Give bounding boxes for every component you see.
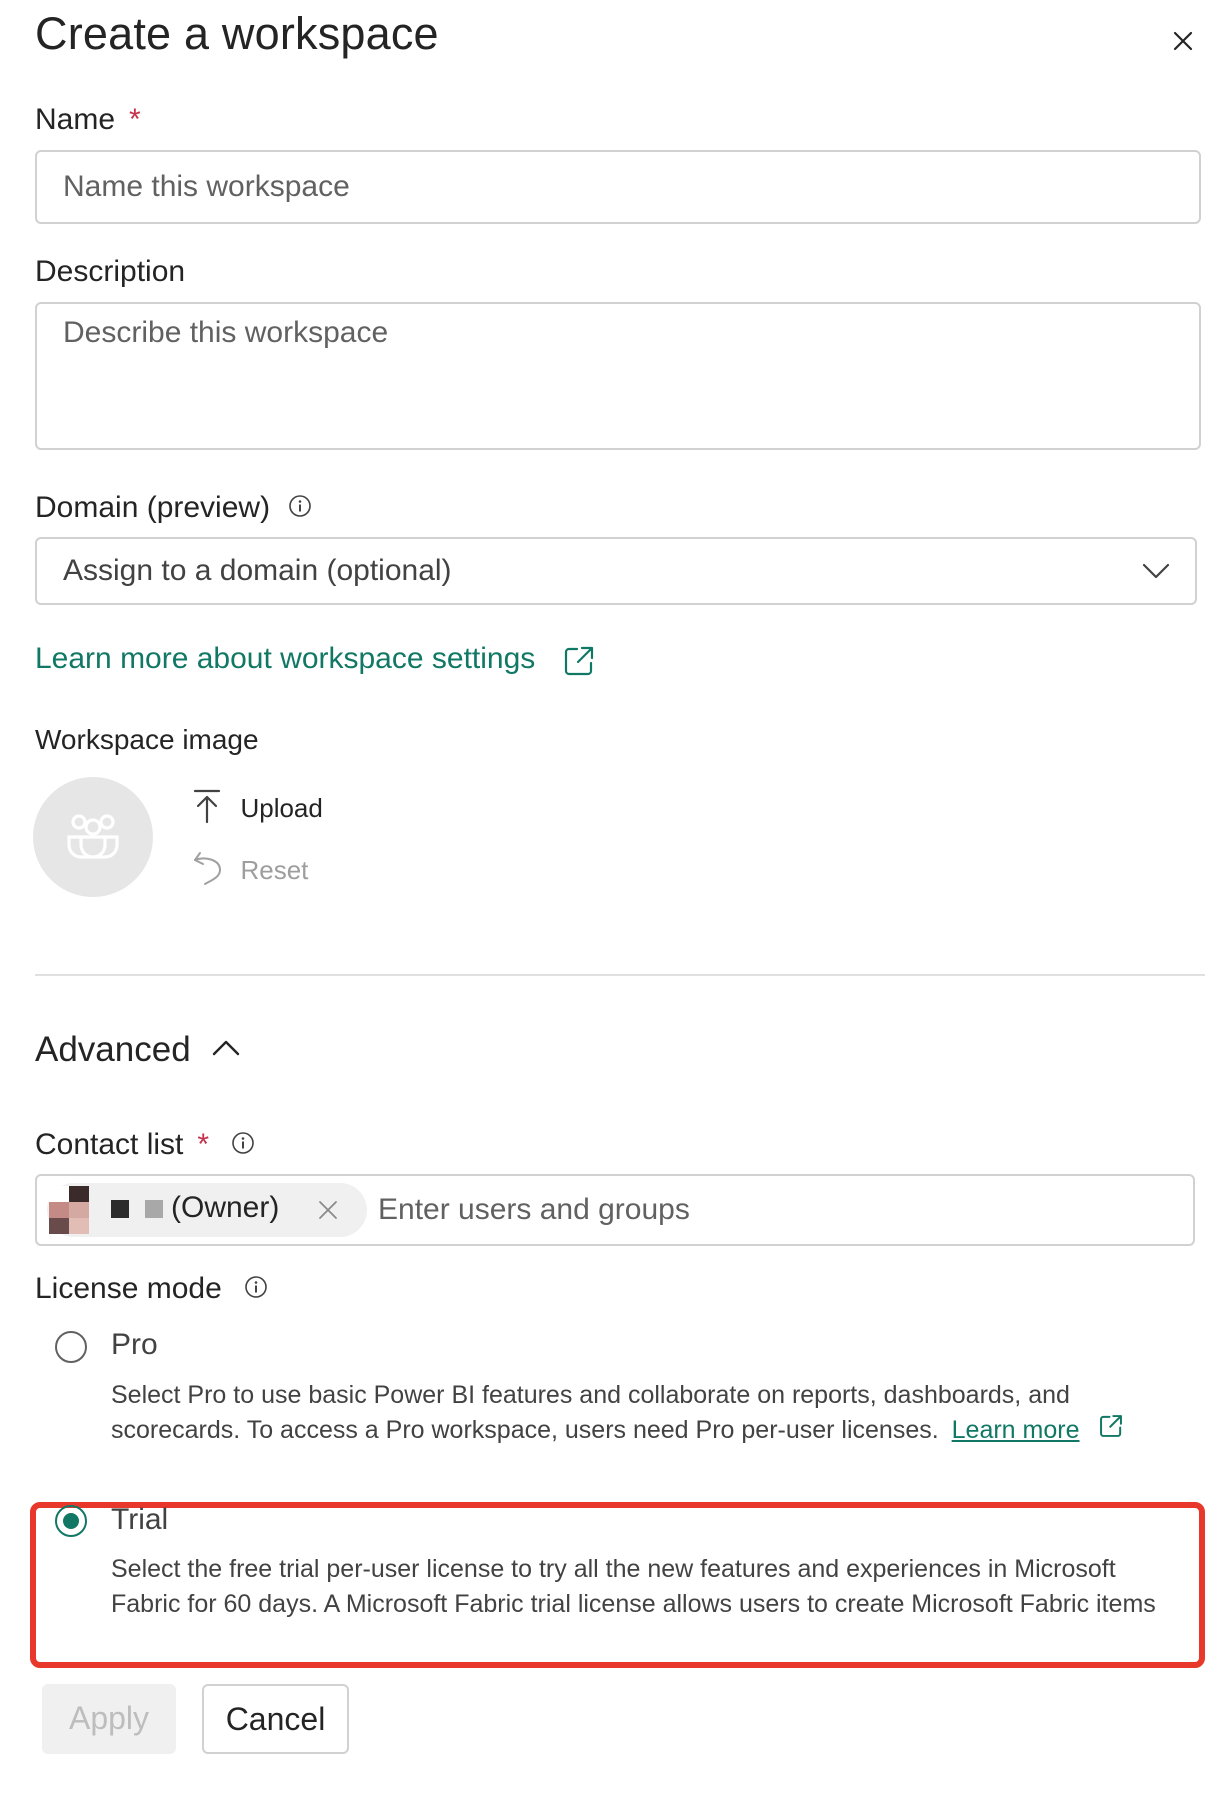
chevron-down-icon bbox=[1141, 559, 1171, 588]
domain-dropdown[interactable]: Assign to a domain (optional) bbox=[35, 537, 1197, 605]
pro-learn-more-link[interactable]: Learn more bbox=[952, 1416, 1080, 1444]
radio-trial[interactable] bbox=[55, 1505, 87, 1537]
trial-description-line2: Fabric for 60 days. A Microsoft Fabric t… bbox=[111, 1590, 1156, 1618]
upload-icon bbox=[192, 788, 222, 829]
contact-list-placeholder: Enter users and groups bbox=[378, 1193, 690, 1226]
upload-label: Upload bbox=[240, 793, 323, 823]
reset-button[interactable]: Reset bbox=[192, 850, 308, 891]
info-icon[interactable] bbox=[244, 1273, 268, 1307]
undo-icon bbox=[192, 850, 224, 891]
open-external-icon bbox=[1098, 1413, 1124, 1449]
radio-trial-label[interactable]: Trial bbox=[111, 1503, 168, 1537]
description-input-placeholder: Describe this workspace bbox=[63, 316, 389, 349]
pro-description-line2: scorecards. To access a Pro workspace, u… bbox=[111, 1413, 1191, 1449]
name-label: Name * bbox=[35, 103, 141, 137]
workspace-people-icon bbox=[67, 814, 119, 859]
owner-chip: (Owner) bbox=[47, 1183, 367, 1237]
divider bbox=[35, 974, 1205, 976]
name-input[interactable]: Name this workspace bbox=[35, 150, 1201, 224]
radio-pro-circle[interactable] bbox=[55, 1331, 87, 1363]
learn-more-settings-text: Learn more about workspace settings bbox=[35, 642, 536, 675]
contact-list-input[interactable]: (Owner) Enter users and groups bbox=[35, 1174, 1195, 1246]
close-icon[interactable] bbox=[1168, 26, 1198, 56]
upload-button[interactable]: Upload bbox=[192, 788, 323, 829]
open-external-icon bbox=[562, 644, 596, 683]
description-input[interactable]: Describe this workspace bbox=[35, 302, 1201, 450]
workspace-image-label: Workspace image bbox=[35, 724, 259, 755]
reset-label: Reset bbox=[240, 855, 309, 885]
required-mark: * bbox=[197, 1128, 210, 1161]
cancel-button[interactable]: Cancel bbox=[202, 1684, 349, 1754]
radio-pro-label[interactable]: Pro bbox=[111, 1328, 158, 1362]
pro-description-line1: Select Pro to use basic Power BI feature… bbox=[111, 1381, 1070, 1409]
advanced-label: Advanced bbox=[35, 1030, 191, 1069]
radio-trial-dot bbox=[63, 1513, 79, 1529]
info-icon[interactable] bbox=[288, 492, 312, 526]
apply-button[interactable]: Apply bbox=[42, 1684, 176, 1754]
contact-list-label: Contact list * bbox=[35, 1128, 255, 1163]
name-label-text: Name bbox=[35, 103, 116, 136]
chevron-up-icon bbox=[211, 1037, 241, 1064]
redacted-name-block bbox=[111, 1200, 129, 1218]
domain-label: Domain (preview) bbox=[35, 491, 312, 526]
trial-description: Select the free trial per-user license t… bbox=[111, 1552, 1196, 1622]
radio-trial-circle[interactable] bbox=[55, 1505, 87, 1537]
contact-list-label-text: Contact list bbox=[35, 1128, 184, 1161]
description-label: Description bbox=[35, 255, 186, 288]
workspace-avatar bbox=[33, 777, 153, 897]
domain-label-text: Domain (preview) bbox=[35, 491, 271, 524]
advanced-toggle[interactable]: Advanced bbox=[35, 1030, 241, 1070]
pro-description-line2-text: scorecards. To access a Pro workspace, u… bbox=[111, 1416, 939, 1444]
info-icon[interactable] bbox=[231, 1129, 255, 1163]
license-mode-label: License mode bbox=[35, 1272, 268, 1307]
name-input-placeholder: Name this workspace bbox=[63, 170, 350, 203]
required-mark: * bbox=[129, 103, 141, 136]
learn-more-settings-link[interactable]: Learn more about workspace settings bbox=[35, 642, 596, 683]
avatar bbox=[49, 1186, 89, 1234]
remove-chip-icon[interactable] bbox=[317, 1199, 339, 1226]
domain-dropdown-value: Assign to a domain (optional) bbox=[63, 554, 452, 587]
owner-tag: (Owner) bbox=[171, 1191, 280, 1224]
trial-description-line1: Select the free trial per-user license t… bbox=[111, 1555, 1116, 1583]
license-mode-label-text: License mode bbox=[35, 1272, 222, 1305]
pro-description: Select Pro to use basic Power BI feature… bbox=[111, 1378, 1191, 1449]
redacted-name-block bbox=[145, 1200, 163, 1218]
radio-pro[interactable] bbox=[55, 1331, 87, 1363]
dialog-title: Create a workspace bbox=[35, 8, 439, 59]
